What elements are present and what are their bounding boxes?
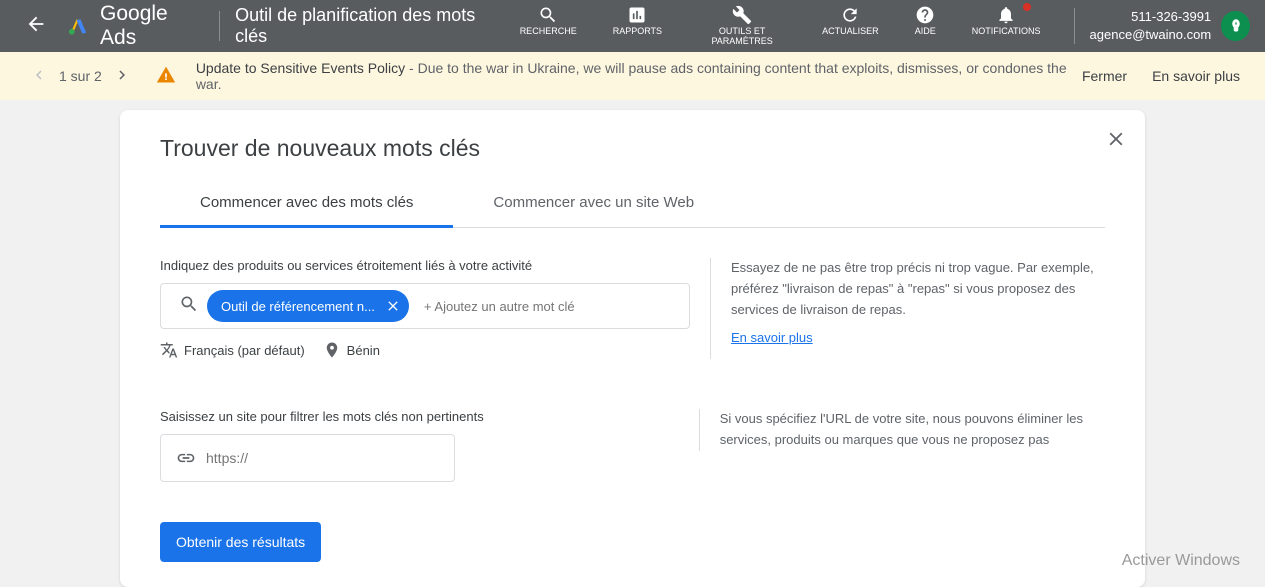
products-field-label: Indiquez des produits ou services étroit…	[160, 258, 700, 273]
nav-reports[interactable]: RAPPORTS	[595, 0, 680, 53]
link-icon	[176, 448, 196, 468]
help-learn-more-link[interactable]: En savoir plus	[731, 328, 813, 349]
close-icon	[385, 298, 401, 314]
chip-label: Outil de référencement n...	[221, 299, 375, 314]
notification-bar: 1 sur 2 Update to Sensitive Events Polic…	[0, 52, 1265, 100]
notification-badge	[1023, 3, 1031, 11]
url-input[interactable]	[160, 434, 455, 482]
language-label: Français (par défaut)	[184, 343, 305, 358]
add-keyword-input[interactable]	[424, 299, 679, 314]
brand-name: Google Ads	[100, 2, 204, 50]
back-button[interactable]	[15, 13, 57, 40]
pager-prev[interactable]	[25, 66, 53, 87]
nav-tools[interactable]: OUTILS ET PARAMÈTRES	[680, 0, 804, 53]
refresh-icon	[840, 5, 860, 25]
language-selector[interactable]: Français (par défaut)	[160, 341, 305, 359]
help-icon	[915, 5, 935, 25]
card-title: Trouver de nouveaux mots clés	[160, 135, 1105, 162]
page-title: Outil de planification des mots clés	[235, 5, 502, 47]
account-info[interactable]: 511-326-3991 agence@twaino.com	[1074, 8, 1212, 44]
location-icon	[323, 341, 341, 359]
keyword-help-text: Essayez de ne pas être trop précis ni tr…	[710, 258, 1105, 359]
logo[interactable]: Google Ads	[67, 2, 204, 50]
app-header: Google Ads Outil de planification des mo…	[0, 0, 1265, 52]
pager-text: 1 sur 2	[59, 68, 102, 84]
notification-close-link[interactable]: Fermer	[1082, 68, 1127, 84]
chip-remove-button[interactable]	[385, 298, 401, 314]
tab-keywords[interactable]: Commencer avec des mots clés	[160, 180, 453, 228]
warning-icon	[156, 65, 176, 88]
get-results-button[interactable]: Obtenir des résultats	[160, 522, 321, 562]
account-phone: 511-326-3991	[1090, 8, 1212, 26]
header-divider	[219, 11, 220, 41]
site-field-label: Saisissez un site pour filtrer les mots …	[160, 409, 484, 424]
windows-activation-overlay: Activer Windows	[1122, 552, 1240, 570]
keyword-input[interactable]: Outil de référencement n...	[160, 283, 690, 329]
google-ads-logo-icon	[67, 14, 90, 38]
search-icon	[179, 294, 199, 319]
notification-pager: 1 sur 2	[25, 66, 136, 87]
translate-icon	[160, 341, 178, 359]
avatar-icon	[1227, 17, 1245, 35]
location-selector[interactable]: Bénin	[323, 341, 380, 359]
nav-notifications[interactable]: NOTIFICATIONS	[954, 0, 1059, 53]
search-icon	[538, 5, 558, 25]
account-email: agence@twaino.com	[1090, 26, 1212, 44]
tab-website[interactable]: Commencer avec un site Web	[453, 180, 734, 227]
nav-refresh[interactable]: ACTUALISER	[804, 0, 897, 53]
keyword-chip[interactable]: Outil de référencement n...	[207, 290, 409, 322]
tools-icon	[732, 5, 752, 25]
keyword-planner-card: Trouver de nouveaux mots clés Commencer …	[120, 110, 1145, 587]
header-nav: RECHERCHE RAPPORTS OUTILS ET PARAMÈTRES …	[502, 0, 1059, 53]
url-field[interactable]	[206, 450, 439, 466]
notification-learn-more-link[interactable]: En savoir plus	[1152, 68, 1240, 84]
nav-search[interactable]: RECHERCHE	[502, 0, 595, 53]
reports-icon	[627, 5, 647, 25]
url-help-text: Si vous spécifiez l'URL de votre site, n…	[699, 409, 1105, 451]
chevron-right-icon	[113, 66, 131, 84]
nav-help[interactable]: AIDE	[897, 0, 954, 53]
tabs: Commencer avec des mots clés Commencer a…	[160, 180, 1105, 228]
avatar[interactable]	[1221, 11, 1250, 41]
pager-next[interactable]	[108, 66, 136, 87]
card-close-button[interactable]	[1105, 128, 1127, 155]
location-label: Bénin	[347, 343, 380, 358]
bell-icon	[996, 5, 1016, 25]
close-icon	[1105, 128, 1127, 150]
notification-message: Update to Sensitive Events Policy - Due …	[196, 60, 1082, 92]
chevron-left-icon	[30, 66, 48, 84]
